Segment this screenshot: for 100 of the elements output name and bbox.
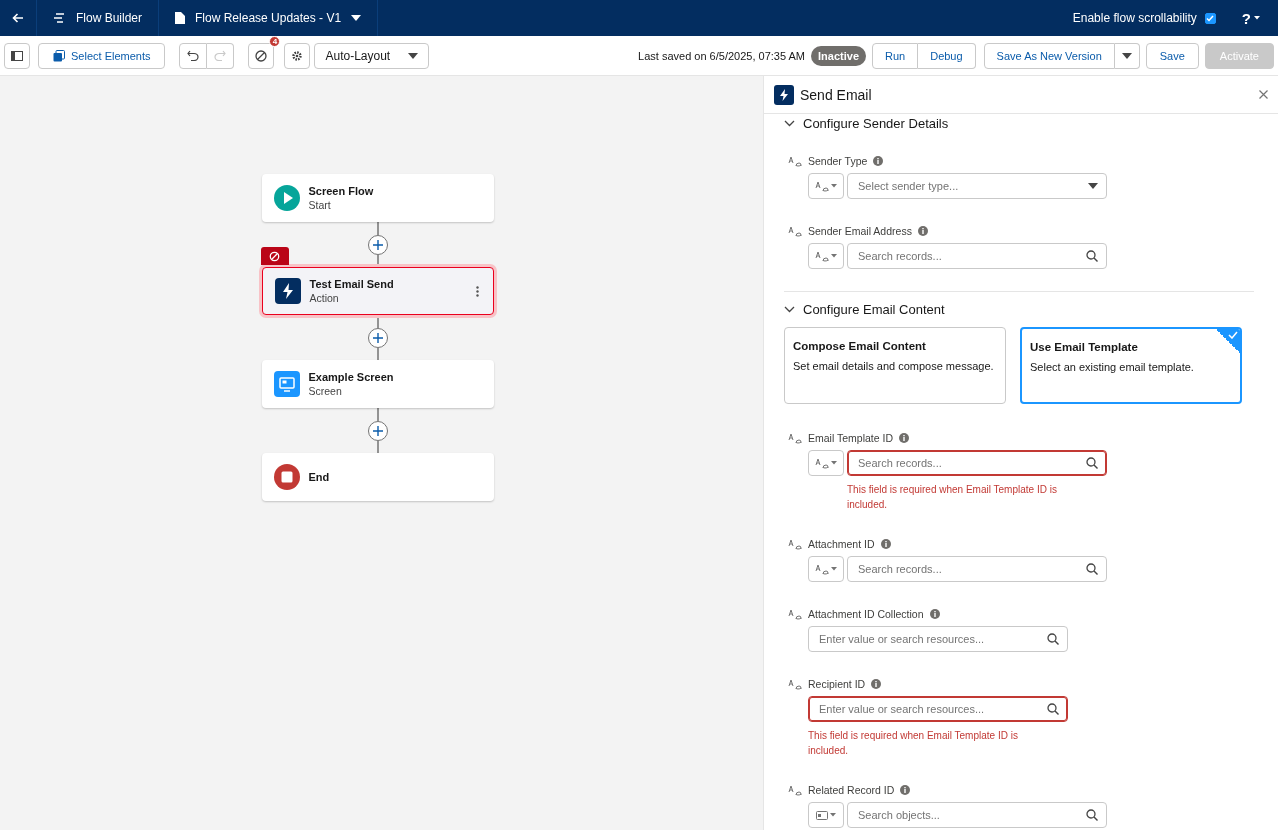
undo-icon [187, 50, 200, 61]
flow-node[interactable]: Example Screen Screen [261, 360, 494, 408]
section-header[interactable]: Configure Email Content [784, 302, 945, 317]
info-icon [929, 609, 940, 619]
info-icon [880, 539, 891, 549]
node-title: End [308, 471, 330, 483]
document-icon [175, 12, 186, 24]
text-type-icon [788, 784, 802, 796]
caret-icon [1121, 52, 1132, 59]
caret-icon [831, 567, 837, 571]
field-label: Attachment ID [808, 538, 875, 550]
caret-icon [1254, 16, 1260, 20]
search-field[interactable]: Search records... [847, 450, 1107, 476]
select-elements-button[interactable]: Select Elements [38, 42, 166, 69]
caret-icon [408, 52, 419, 59]
prohibited-icon [269, 250, 280, 262]
lightning-icon [774, 84, 794, 105]
data-type-picker[interactable] [808, 173, 844, 199]
chevron-icon [784, 306, 795, 313]
data-type-picker[interactable] [808, 243, 844, 269]
data-type-picker[interactable] [808, 450, 844, 476]
search-icon [1086, 563, 1098, 575]
data-type-picker[interactable] [808, 556, 844, 582]
add-element-button[interactable] [367, 327, 388, 348]
errors-button[interactable] [248, 42, 275, 69]
option-card[interactable]: Use Email Template Select an existing email template. [1020, 327, 1242, 404]
toolbar-button[interactable]: Run [872, 42, 919, 69]
help-menu-button[interactable]: ? [1241, 9, 1260, 27]
node-menu-button[interactable] [473, 283, 481, 299]
toolbar-button[interactable]: Debug [918, 42, 976, 69]
settings-icon [291, 49, 304, 62]
close-icon [1259, 90, 1268, 99]
back-button[interactable] [12, 13, 24, 23]
plus-icon [372, 239, 383, 250]
search-field[interactable]: Enter value or search resources... [808, 696, 1068, 722]
sidebar-icon [11, 50, 23, 61]
flow-name-dropdown[interactable]: Flow Release Updates - V1 [195, 11, 362, 25]
text-type-icon [815, 180, 829, 192]
text-type-icon [788, 678, 802, 690]
field-label: Recipient ID [808, 678, 866, 690]
node-type: Action [309, 292, 340, 304]
add-element-button[interactable] [367, 420, 388, 441]
toolbar-button[interactable]: Save As New Version [983, 42, 1115, 69]
search-field[interactable]: Enter value or search resources... [808, 626, 1068, 652]
play-icon [273, 185, 300, 211]
stop-icon [273, 464, 300, 490]
flow-icon [53, 12, 66, 24]
section-header[interactable]: Configure Sender Details [784, 116, 949, 131]
search-icon [1086, 250, 1098, 262]
app-title: Flow Builder [76, 11, 143, 25]
last-saved-text: Last saved on 6/5/2025, 07:35 AM [638, 49, 806, 62]
search-field[interactable]: Search records... [847, 556, 1107, 582]
plus-icon [372, 332, 383, 343]
settings-button[interactable] [284, 42, 311, 69]
panel-title: Send Email [800, 86, 872, 103]
node-type: Screen [308, 385, 343, 397]
text-type-icon [815, 563, 829, 575]
caret-icon [831, 184, 837, 188]
more-options-button[interactable] [1114, 42, 1140, 69]
flow-node[interactable]: Screen Flow Start [261, 174, 494, 222]
lightning-icon [274, 278, 301, 304]
error-message: This field is required when Email Template ID is included. [808, 729, 1019, 758]
status-badge: Inactive [811, 45, 866, 66]
scrollability-checkbox[interactable] [1204, 12, 1216, 24]
node-title: Screen Flow [308, 185, 374, 197]
option-card[interactable]: Compose Email Content Set email details and compose message. [784, 327, 1006, 404]
field-label: Related Record ID [808, 784, 895, 796]
undo-button[interactable] [179, 42, 208, 69]
node-title: Example Screen [308, 371, 394, 383]
info-icon [917, 226, 928, 236]
search-field[interactable]: Search records... [847, 243, 1107, 269]
field-label: Email Template ID [808, 432, 893, 444]
text-type-icon [788, 432, 802, 444]
caret-icon [831, 254, 837, 258]
prohibited-icon [255, 49, 268, 62]
scrollability-label: Enable flow scrollability [1072, 11, 1197, 25]
text-type-icon [788, 155, 802, 167]
data-type-picker[interactable] [808, 802, 844, 828]
redo-icon [214, 50, 227, 61]
layout-dropdown[interactable]: Auto-Layout [314, 42, 430, 69]
info-icon [871, 679, 882, 689]
search-icon [1086, 457, 1098, 469]
text-type-icon [788, 608, 802, 620]
caret-icon [1088, 183, 1098, 189]
select-field[interactable]: Select sender type... [847, 173, 1107, 199]
chevron-icon [784, 120, 795, 127]
field-label: Attachment ID Collection [808, 608, 924, 620]
toolbar-button[interactable]: Save [1145, 42, 1199, 69]
search-icon [1086, 809, 1098, 821]
search-icon [1047, 633, 1059, 645]
close-button[interactable] [1259, 90, 1268, 99]
text-type-icon [788, 225, 802, 237]
caret-icon [830, 813, 836, 817]
info-icon [899, 433, 909, 443]
add-element-button[interactable] [367, 234, 388, 255]
search-field[interactable]: Search objects... [847, 802, 1107, 828]
panel-toggle-button[interactable] [4, 42, 30, 69]
error-message: This field is required when Email Template ID is included. [847, 483, 1058, 512]
arrow-left-icon [12, 13, 24, 23]
flow-node[interactable]: End [261, 453, 494, 501]
